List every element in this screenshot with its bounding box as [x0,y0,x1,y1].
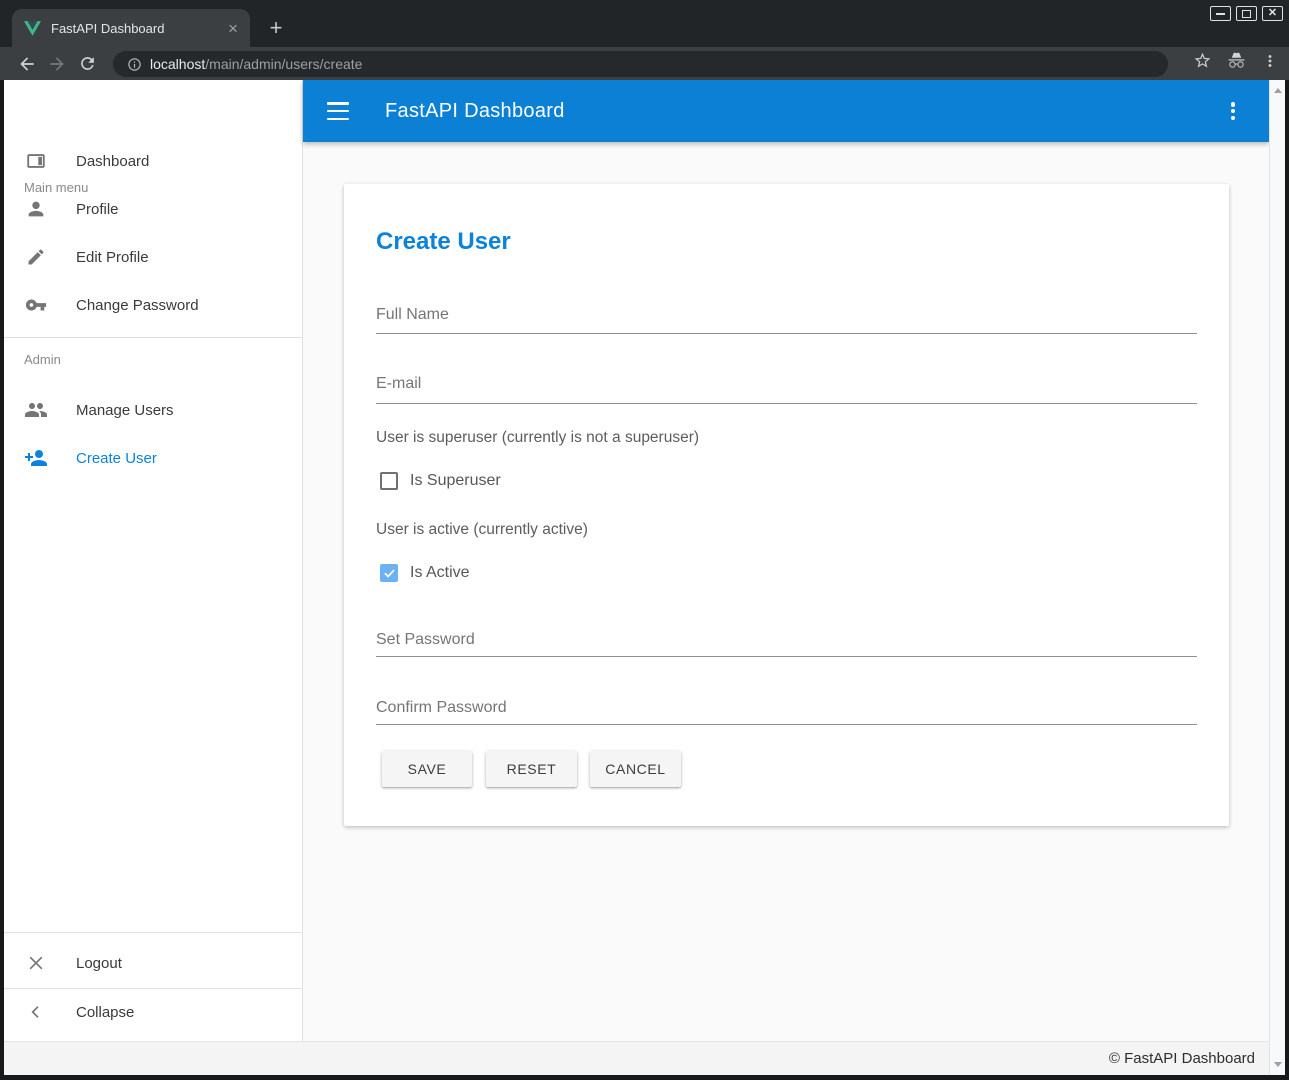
toolbar-right [1193,51,1279,70]
sidebar-item-manage-users[interactable]: Manage Users [4,386,302,434]
sidebar-item-edit-profile[interactable]: Edit Profile [4,233,302,281]
sidebar-divider [4,337,302,338]
page-content: Main menu Dashboard Profile Edit Profile [4,80,1285,1075]
address-bar[interactable]: localhost/main/admin/users/create [113,51,1168,77]
is-superuser-label: Is Superuser [410,472,501,490]
person-add-icon [24,446,48,470]
site-info-icon[interactable] [127,57,142,72]
tab-title: FastAPI Dashboard [51,21,226,36]
person-icon [24,197,48,221]
window-minimize-button[interactable] [1210,6,1231,21]
browser-toolbar: localhost/main/admin/users/create [0,47,1289,80]
email-field[interactable] [376,375,1197,404]
page-title: Create User [376,228,511,256]
is-active-checkbox[interactable]: Is Active [380,564,470,582]
bookmark-star-icon[interactable] [1193,51,1212,70]
dashboard-icon [24,149,48,173]
window-maximize-button[interactable] [1236,6,1257,21]
confirm-password-field[interactable] [376,699,1197,725]
vue-logo-icon [24,20,41,36]
tab-close-icon[interactable]: × [226,20,240,37]
browser-menu-icon[interactable] [1261,52,1279,70]
checkbox-checked-icon [380,564,398,582]
set-password-field[interactable] [376,631,1197,657]
sidebar-divider [4,932,302,933]
window-close-button[interactable]: ✕ [1262,6,1283,21]
window-controls: ✕ [1210,6,1283,21]
incognito-icon [1226,51,1247,70]
back-icon[interactable] [12,51,42,77]
app-title: FastAPI Dashboard [385,100,565,123]
hamburger-menu-icon[interactable] [327,102,351,120]
sidebar-section-admin: Admin [24,352,61,367]
sidebar-item-profile[interactable]: Profile [4,185,302,233]
reset-button[interactable]: RESET [486,751,577,787]
app-menu-icon[interactable] [1223,100,1243,122]
create-user-card: Create User User is superuser (currently… [344,184,1229,826]
is-active-label: Is Active [410,564,470,582]
reload-icon[interactable] [72,51,102,77]
scrollbar-down-arrow-icon[interactable] [1274,1062,1282,1067]
pencil-icon [24,245,48,269]
people-icon [24,398,48,422]
key-icon [24,293,48,317]
vertical-scrollbar[interactable] [1269,80,1285,1075]
browser-window: FastAPI Dashboard × + ✕ localhost/main/a… [0,0,1289,1080]
sidebar-item-create-user[interactable]: Create User [4,434,302,482]
browser-tab[interactable]: FastAPI Dashboard × [12,9,250,47]
sidebar: Main menu Dashboard Profile Edit Profile [4,80,303,1041]
cancel-button[interactable]: CANCEL [590,751,681,787]
active-hint: User is active (currently active) [376,521,588,539]
sidebar-item-logout[interactable]: Logout [4,939,302,987]
url-host: localhost [150,56,205,72]
browser-titlebar: FastAPI Dashboard × + ✕ [0,0,1289,47]
full-name-field[interactable] [376,306,1197,334]
scrollbar-up-arrow-icon[interactable] [1274,88,1282,93]
checkbox-unchecked-icon [380,472,398,490]
is-superuser-checkbox[interactable]: Is Superuser [380,472,501,490]
url-path: /main/admin/users/create [205,56,362,72]
sidebar-item-dashboard[interactable]: Dashboard [4,137,302,185]
superuser-hint: User is superuser (currently is not a su… [376,429,699,447]
sidebar-item-collapse[interactable]: Collapse [4,988,302,1036]
save-button[interactable]: SAVE [382,751,472,787]
chevron-left-icon [24,1000,48,1024]
copyright-text: © FastAPI Dashboard [1109,1050,1255,1067]
forward-icon[interactable] [42,51,72,77]
close-icon [24,951,48,975]
sidebar-item-change-password[interactable]: Change Password [4,281,302,329]
app-bar: FastAPI Dashboard [303,80,1269,142]
app-footer: © FastAPI Dashboard [4,1041,1285,1075]
new-tab-button[interactable]: + [262,14,290,42]
